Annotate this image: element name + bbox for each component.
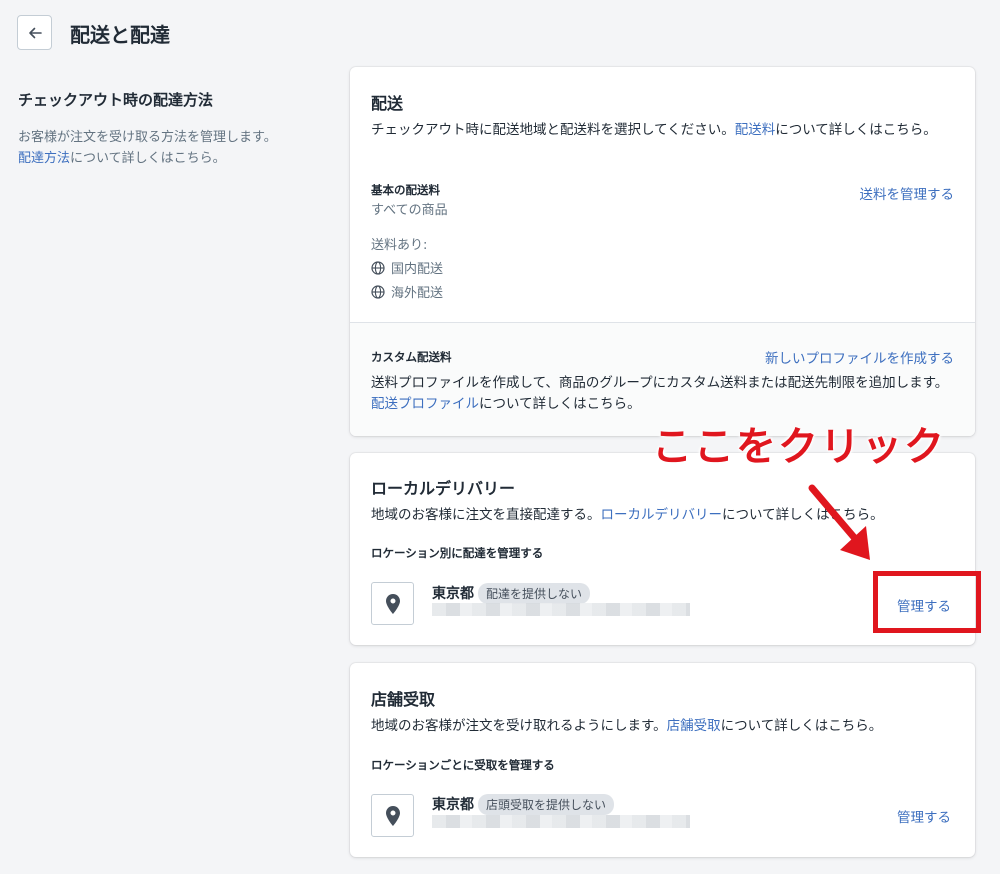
custom-rates-title: カスタム配送料	[371, 350, 452, 364]
annotation-text: ここをクリック	[652, 424, 946, 470]
shipping-profiles-link[interactable]: 配送プロファイル	[371, 396, 479, 412]
manage-store-pickup-button[interactable]: 管理する	[897, 806, 951, 826]
store-pickup-description-text: 地域のお客様が注文を受け取れるようにします。	[371, 718, 667, 734]
zone-international: 海外配送	[371, 282, 443, 301]
store-pickup-description: 地域のお客様が注文を受け取れるようにします。店舗受取について詳しくはこちら。	[371, 716, 961, 737]
shipping-title: 配送	[371, 94, 404, 113]
custom-rates-description-text: 送料プロファイルを作成して、商品のグループにカスタム送料または配送先制限を追加し…	[371, 375, 949, 391]
globe-icon	[371, 284, 385, 299]
status-badge: 店頭受取を提供しない	[478, 794, 615, 815]
redacted-address	[432, 603, 690, 616]
shipping-rates-link[interactable]: 配送料	[735, 122, 776, 138]
shipping-card: 配送 チェックアウト時に配送地域と配送料を選択してください。配送料について詳しく…	[350, 67, 975, 436]
base-rates-title: 基本の配送料	[371, 183, 440, 197]
shipping-description-suffix: について詳しくはこちら。	[775, 122, 937, 138]
manage-rates-link[interactable]: 送料を管理する	[860, 183, 955, 203]
local-delivery-link[interactable]: ローカルデリバリー	[601, 507, 723, 523]
back-button[interactable]	[17, 15, 52, 50]
annotation-arrow-icon	[808, 484, 870, 560]
section-description-text: お客様が注文を受け取る方法を管理します。	[18, 130, 277, 145]
zone-label: 海外配送	[391, 286, 444, 301]
location-pin-icon	[385, 593, 400, 614]
store-pickup-description-suffix: について詳しくはこちら。	[720, 718, 883, 734]
store-pickup-link[interactable]: 店舗受取	[667, 718, 721, 734]
location-name: 東京都	[432, 586, 474, 602]
zone-domestic: 国内配送	[371, 258, 443, 277]
location-row: 東京都 配達を提供しない	[432, 583, 591, 604]
local-delivery-subtitle: ロケーション別に配達を管理する	[371, 546, 544, 560]
section-description-suffix: について詳しくはこちら。	[70, 151, 226, 166]
section-title: チェックアウト時の配達方法	[18, 91, 214, 109]
annotation-highlight-box	[873, 571, 981, 633]
store-pickup-subtitle: ロケーションごとに受取を管理する	[371, 758, 555, 772]
zone-label: 国内配送	[391, 262, 444, 277]
shipping-description-text: チェックアウト時に配送地域と配送料を選択してください。	[371, 122, 735, 138]
delivery-methods-link[interactable]: 配達方法	[18, 151, 70, 166]
create-profile-link[interactable]: 新しいプロファイルを作成する	[765, 347, 954, 367]
location-name: 東京都	[432, 797, 474, 813]
location-tile	[371, 582, 414, 625]
redacted-address	[432, 815, 690, 828]
base-rates-subtitle: すべての商品	[371, 203, 448, 218]
local-delivery-description-text: 地域のお客様に注文を直接配達する。	[371, 507, 601, 523]
location-row: 東京都 店頭受取を提供しない	[432, 794, 615, 815]
rates-label: 送料あり:	[371, 238, 428, 253]
status-badge: 配達を提供しない	[478, 583, 591, 604]
custom-rates-description-suffix: について詳しくはこちら。	[479, 396, 641, 412]
globe-icon	[371, 260, 385, 275]
store-pickup-title: 店舗受取	[371, 690, 436, 709]
shipping-description: チェックアウト時に配送地域と配送料を選択してください。配送料について詳しくはこち…	[371, 120, 956, 141]
location-tile	[371, 794, 414, 837]
location-pin-icon	[385, 805, 400, 826]
custom-rates-description: 送料プロファイルを作成して、商品のグループにカスタム送料または配送先制限を追加し…	[371, 373, 961, 415]
local-delivery-title: ローカルデリバリー	[371, 479, 516, 498]
page-title: 配送と配達	[70, 23, 170, 47]
store-pickup-card: 店舗受取 地域のお客様が注文を受け取れるようにします。店舗受取について詳しくはこ…	[350, 663, 975, 857]
section-description: お客様が注文を受け取る方法を管理します。 配達方法について詳しくはこちら。	[18, 127, 318, 169]
arrow-left-icon	[28, 27, 42, 38]
